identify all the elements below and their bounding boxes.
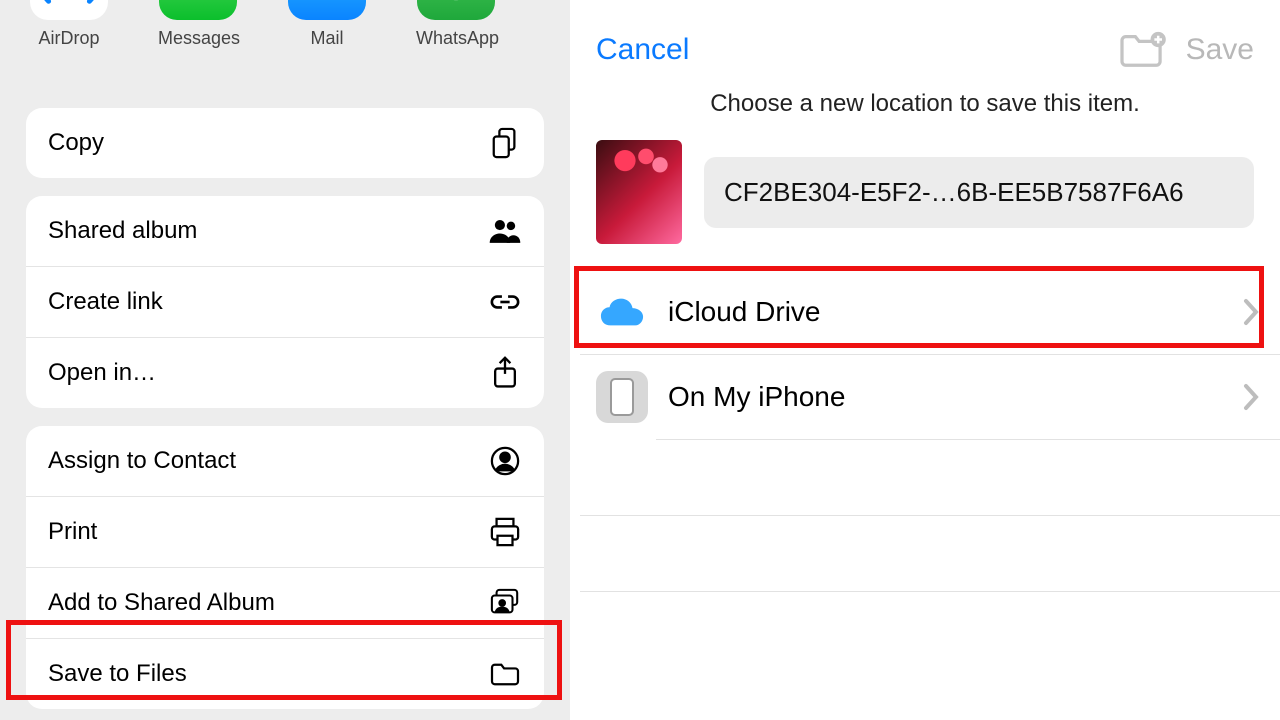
action-label: Print (48, 518, 97, 546)
airdrop-icon (30, 0, 108, 20)
action-label: Add to Shared Album (48, 589, 275, 617)
share-app-label: Mail (288, 28, 366, 49)
action-create-link[interactable]: Create link (26, 267, 544, 338)
action-label: Open in… (48, 359, 156, 387)
save-panel: Cancel Save Choose a new location to sav… (570, 0, 1280, 720)
copy-icon (488, 126, 522, 160)
action-group: Assign to Contact Print Add to Shared Al… (26, 426, 544, 709)
save-button[interactable]: Save (1186, 33, 1254, 67)
save-prompt: Choose a new location to save this item. (570, 90, 1280, 118)
action-add-shared-album[interactable]: Add to Shared Album (26, 568, 544, 639)
new-folder-icon[interactable] (1118, 30, 1166, 70)
iphone-icon (596, 371, 648, 423)
folder-icon (488, 657, 522, 691)
action-group: Shared album Create link Open in… (26, 196, 544, 408)
share-app-label: Messages (158, 28, 238, 49)
chevron-right-icon (1242, 382, 1260, 412)
action-label: Copy (48, 129, 104, 157)
whatsapp-icon (417, 0, 495, 20)
empty-row (580, 592, 1280, 668)
empty-row (580, 516, 1280, 592)
location-on-my-iphone[interactable]: On My iPhone (580, 355, 1280, 439)
empty-row (580, 440, 1280, 516)
cancel-button[interactable]: Cancel (596, 33, 689, 67)
share-app-airdrop[interactable]: AirDrop (30, 0, 108, 49)
share-app-messages[interactable]: Messages (158, 0, 238, 49)
mail-icon (288, 0, 366, 20)
save-topbar: Cancel Save (570, 0, 1280, 86)
location-label: On My iPhone (668, 381, 1242, 413)
action-group: Copy (26, 108, 544, 178)
share-app-label: WhatsApp (416, 28, 496, 49)
action-print[interactable]: Print (26, 497, 544, 568)
share-sheet: AirDrop Messages Mail WhatsApp (0, 0, 570, 720)
filename-field[interactable]: CF2BE304-E5F2-…6B-EE5B7587F6A6 (704, 157, 1254, 228)
action-label: Save to Files (48, 660, 187, 688)
file-row: CF2BE304-E5F2-…6B-EE5B7587F6A6 (570, 118, 1280, 270)
action-copy[interactable]: Copy (26, 108, 544, 178)
location-icloud-drive[interactable]: iCloud Drive (580, 270, 1280, 355)
action-label: Create link (48, 288, 163, 316)
action-open-in[interactable]: Open in… (26, 338, 544, 408)
share-app-whatsapp[interactable]: WhatsApp (416, 0, 496, 49)
share-app-label: AirDrop (30, 28, 108, 49)
file-thumbnail (596, 140, 682, 244)
locations-list: iCloud Drive On My iPhone (570, 270, 1280, 668)
location-label: iCloud Drive (668, 296, 1242, 328)
chevron-right-icon (1242, 297, 1260, 327)
icloud-icon (596, 286, 648, 338)
people-icon (488, 214, 522, 248)
action-label: Assign to Contact (48, 447, 236, 475)
printer-icon (488, 515, 522, 549)
action-label: Shared album (48, 217, 197, 245)
stacked-people-icon (488, 586, 522, 620)
share-up-icon (488, 356, 522, 390)
contact-icon (488, 444, 522, 478)
messages-icon (159, 0, 237, 20)
action-assign-contact[interactable]: Assign to Contact (26, 426, 544, 497)
action-save-to-files[interactable]: Save to Files (26, 639, 544, 709)
action-shared-album[interactable]: Shared album (26, 196, 544, 267)
share-apps-row: AirDrop Messages Mail WhatsApp (0, 0, 570, 90)
link-icon (488, 285, 522, 319)
share-app-mail[interactable]: Mail (288, 0, 366, 49)
